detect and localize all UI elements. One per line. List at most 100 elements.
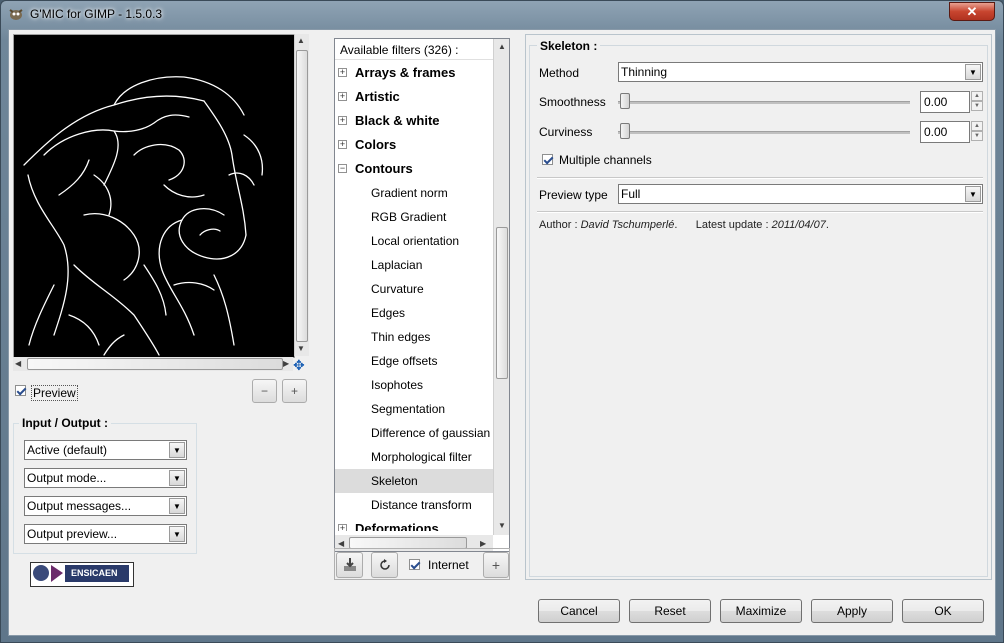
scroll-left-arrow[interactable]: ◀ (15, 359, 21, 368)
filter-skeleton[interactable]: Skeleton (335, 469, 493, 493)
expand-icon[interactable]: + (338, 92, 347, 101)
output-preview-combo[interactable]: Output preview... ▼ (24, 524, 187, 544)
zoom-out-button[interactable]: − (252, 379, 277, 403)
chevron-down-icon[interactable]: ▼ (965, 186, 981, 202)
update-filters-button[interactable] (336, 552, 363, 578)
category-black-white[interactable]: + Black & white (335, 109, 493, 133)
filter-isophotes[interactable]: Isophotes (335, 373, 493, 397)
logo-text: ENSICAEN (71, 568, 118, 578)
filter-rgb-gradient[interactable]: RGB Gradient (335, 205, 493, 229)
expand-icon[interactable]: + (338, 524, 347, 531)
input-layers-combo[interactable]: Active (default) ▼ (24, 440, 187, 460)
filter-gradient-norm[interactable]: Gradient norm (335, 181, 493, 205)
preview-checkbox-label[interactable]: Preview (31, 385, 78, 401)
filter-settings-panel: Skeleton : Method Thinning ▼ Smoothness 0… (525, 34, 992, 580)
output-messages-combo[interactable]: Output messages... ▼ (24, 496, 187, 516)
spin-down-icon[interactable]: ▼ (971, 101, 983, 111)
category-colors[interactable]: + Colors (335, 133, 493, 157)
zoom-in-button[interactable]: + (282, 379, 307, 403)
chevron-down-icon[interactable]: ▼ (965, 64, 981, 80)
method-combo[interactable]: Thinning ▼ (618, 62, 983, 82)
internet-label[interactable]: Internet (428, 558, 469, 572)
filter-edge-offsets[interactable]: Edge offsets (335, 349, 493, 373)
filter-morphological[interactable]: Morphological filter (335, 445, 493, 469)
filter-label: Edges (371, 306, 406, 320)
curviness-spinbox[interactable]: 0.00 (920, 121, 970, 143)
spin-value: 0.00 (924, 95, 948, 109)
chevron-down-icon[interactable]: ▼ (169, 442, 185, 458)
output-mode-combo[interactable]: Output mode... ▼ (24, 468, 187, 488)
close-button[interactable]: ✕ (949, 2, 995, 21)
scroll-left-arrow[interactable]: ◀ (338, 539, 344, 548)
scrollbar-thumb[interactable] (296, 50, 308, 342)
filter-tree-vertical-scrollbar[interactable]: ▲ ▼ (493, 39, 509, 535)
add-filter-button[interactable]: + (483, 552, 509, 578)
author-dot: . (674, 219, 678, 231)
ok-button[interactable]: OK (902, 599, 984, 623)
preview-horizontal-scrollbar[interactable]: ◀ ▶ (13, 357, 293, 371)
maximize-button[interactable]: Maximize (720, 599, 802, 623)
cancel-button[interactable]: Cancel (538, 599, 620, 623)
filter-thin-edges[interactable]: Thin edges (335, 325, 493, 349)
preview-image[interactable] (13, 34, 295, 358)
category-arrays-frames[interactable]: + Arrays & frames (335, 61, 493, 85)
multiple-channels-label[interactable]: Multiple channels (559, 153, 652, 167)
filter-tree[interactable]: Available filters (326) : + Arrays & fra… (334, 38, 510, 552)
smoothness-spin-buttons[interactable]: ▲ ▼ (971, 91, 983, 113)
spin-up-icon[interactable]: ▲ (971, 91, 983, 101)
spin-down-icon[interactable]: ▼ (971, 131, 983, 141)
scroll-up-arrow[interactable]: ▲ (297, 36, 305, 45)
internet-checkbox[interactable] (409, 559, 420, 570)
apply-button[interactable]: Apply (811, 599, 893, 623)
filter-segmentation[interactable]: Segmentation (335, 397, 493, 421)
category-contours[interactable]: − Contours (335, 157, 493, 181)
category-label: Black & white (355, 113, 440, 128)
scroll-right-arrow[interactable]: ▶ (480, 539, 486, 548)
category-deformations[interactable]: + Deformations (335, 517, 493, 531)
scroll-down-arrow[interactable]: ▼ (297, 344, 305, 353)
expand-icon[interactable]: + (338, 116, 347, 125)
filter-edges[interactable]: Edges (335, 301, 493, 325)
category-artistic[interactable]: + Artistic (335, 85, 493, 109)
filter-difference-of-gaussian[interactable]: Difference of gaussian (335, 421, 493, 445)
combo-value: Output preview... (27, 527, 118, 541)
filter-label: RGB Gradient (371, 210, 447, 224)
scroll-up-arrow[interactable]: ▲ (498, 42, 506, 51)
gmic-window: G'MIC for GIMP - 1.5.0.3 ✕ ▲ ▼ ◀ ▶ ✥ Pre… (0, 0, 1004, 643)
filter-local-orientation[interactable]: Local orientation (335, 229, 493, 253)
collapse-icon[interactable]: − (338, 164, 347, 173)
scrollbar-thumb[interactable] (27, 358, 283, 370)
preview-type-combo[interactable]: Full ▼ (618, 184, 983, 204)
expand-icon[interactable]: + (338, 140, 347, 149)
preview-vertical-scrollbar[interactable]: ▲ ▼ (294, 34, 309, 356)
filter-curvature[interactable]: Curvature (335, 277, 493, 301)
chevron-down-icon[interactable]: ▼ (169, 470, 185, 486)
curviness-slider-handle[interactable] (620, 123, 630, 139)
refresh-filters-button[interactable] (371, 552, 398, 578)
smoothness-slider-handle[interactable] (620, 93, 630, 109)
reset-button[interactable]: Reset (629, 599, 711, 623)
combo-value: Active (default) (27, 443, 108, 457)
smoothness-label: Smoothness (539, 95, 606, 109)
curviness-slider-track[interactable] (618, 131, 910, 134)
curviness-spin-buttons[interactable]: ▲ ▼ (971, 121, 983, 143)
expand-icon[interactable]: + (338, 68, 347, 77)
smoothness-spinbox[interactable]: 0.00 (920, 91, 970, 113)
preview-checkbox[interactable] (15, 385, 26, 396)
apply-label: Apply (836, 604, 868, 618)
scroll-down-arrow[interactable]: ▼ (498, 521, 506, 530)
title-bar[interactable]: G'MIC for GIMP - 1.5.0.3 ✕ (1, 1, 1003, 29)
update-date: 2011/04/07 (771, 219, 826, 231)
multiple-channels-checkbox[interactable] (542, 154, 553, 165)
scroll-right-arrow[interactable]: ▶ (283, 359, 289, 368)
pan-move-icon[interactable]: ✥ (293, 357, 305, 374)
spin-up-icon[interactable]: ▲ (971, 121, 983, 131)
scrollbar-thumb[interactable] (496, 227, 508, 379)
chevron-down-icon[interactable]: ▼ (169, 526, 185, 542)
filter-distance-transform[interactable]: Distance transform (335, 493, 493, 517)
smoothness-slider-track[interactable] (618, 101, 910, 104)
filter-label: Difference of gaussian (371, 426, 491, 440)
gmic-ensicaen-logo[interactable]: ENSICAEN (30, 562, 134, 587)
chevron-down-icon[interactable]: ▼ (169, 498, 185, 514)
filter-laplacian[interactable]: Laplacian (335, 253, 493, 277)
